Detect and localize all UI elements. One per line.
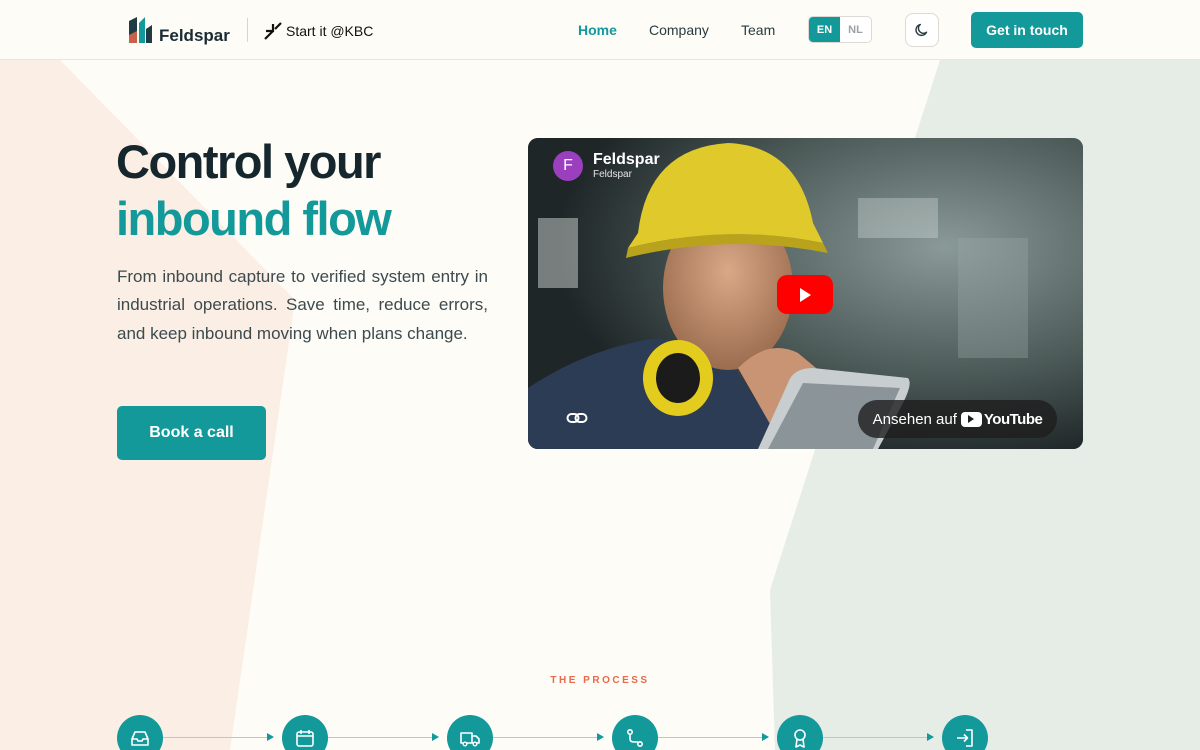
arrows-in-icon: [264, 22, 282, 40]
video-channel-info[interactable]: F Feldspar Feldspar: [553, 151, 660, 181]
process-step-verify[interactable]: [777, 715, 823, 750]
nav-home[interactable]: Home: [578, 22, 617, 38]
nav-company[interactable]: Company: [649, 22, 709, 38]
process-step-entry[interactable]: [942, 715, 988, 750]
get-in-touch-button[interactable]: Get in touch: [971, 12, 1083, 48]
header-divider: [247, 18, 248, 42]
video-embed[interactable]: F Feldspar Feldspar Ansehen auf YouTube: [528, 138, 1083, 449]
theme-toggle-button[interactable]: [905, 13, 939, 47]
feldspar-logo-icon: [129, 17, 152, 43]
truck-icon: [460, 732, 480, 747]
login-icon: [957, 729, 973, 747]
process-step-schedule[interactable]: [282, 715, 328, 750]
process-connector: [823, 737, 928, 738]
brand-name: Feldspar: [159, 26, 230, 45]
process-connector: [163, 737, 268, 738]
inbox-icon: [131, 731, 149, 746]
play-button[interactable]: [777, 275, 833, 314]
channel-subtitle: Feldspar: [593, 169, 632, 180]
channel-title: Feldspar: [593, 151, 660, 168]
lang-nl[interactable]: NL: [840, 17, 871, 42]
partner-logo[interactable]: Start it @KBC: [262, 20, 373, 42]
brand-logo[interactable]: Feldspar: [127, 15, 230, 45]
nav-team[interactable]: Team: [741, 22, 775, 38]
calendar-icon: [296, 730, 314, 747]
partner-name: Start it @KBC: [286, 23, 374, 39]
process-connector: [658, 737, 763, 738]
youtube-logo: YouTube: [960, 410, 1043, 428]
book-call-button[interactable]: Book a call: [117, 406, 266, 460]
play-icon: [800, 287, 811, 302]
route-icon: [626, 728, 644, 748]
youtube-icon: [960, 411, 982, 427]
site-header: Feldspar Start it @KBC Home Company Team…: [0, 0, 1200, 60]
hero-description: From inbound capture to verified system …: [117, 267, 488, 343]
youtube-wordmark: YouTube: [983, 410, 1043, 428]
process-connector: [328, 737, 433, 738]
language-switcher: EN NL: [808, 16, 872, 43]
arrow-right-icon: [432, 733, 439, 741]
hero-title-line1: Control your: [116, 135, 381, 188]
channel-avatar: F: [553, 151, 583, 181]
process-section-label: THE PROCESS: [550, 675, 650, 686]
watch-on-label: Ansehen auf: [872, 410, 957, 428]
arrow-right-icon: [597, 733, 604, 741]
link-icon[interactable]: [566, 410, 588, 426]
watch-on-youtube-button[interactable]: Ansehen auf YouTube: [858, 400, 1057, 438]
process-step-routing[interactable]: [612, 715, 658, 750]
process-step-capture[interactable]: [117, 715, 163, 750]
arrow-right-icon: [927, 733, 934, 741]
moon-icon: [915, 23, 928, 37]
arrow-right-icon: [762, 733, 769, 741]
hero-title-line2: inbound flow: [116, 192, 392, 245]
award-icon: [794, 729, 806, 748]
arrow-right-icon: [267, 733, 274, 741]
hero-title: Control your inbound flow: [116, 133, 392, 247]
process-step-delivery[interactable]: [447, 715, 493, 750]
process-connector: [493, 737, 598, 738]
lang-en[interactable]: EN: [809, 17, 840, 42]
